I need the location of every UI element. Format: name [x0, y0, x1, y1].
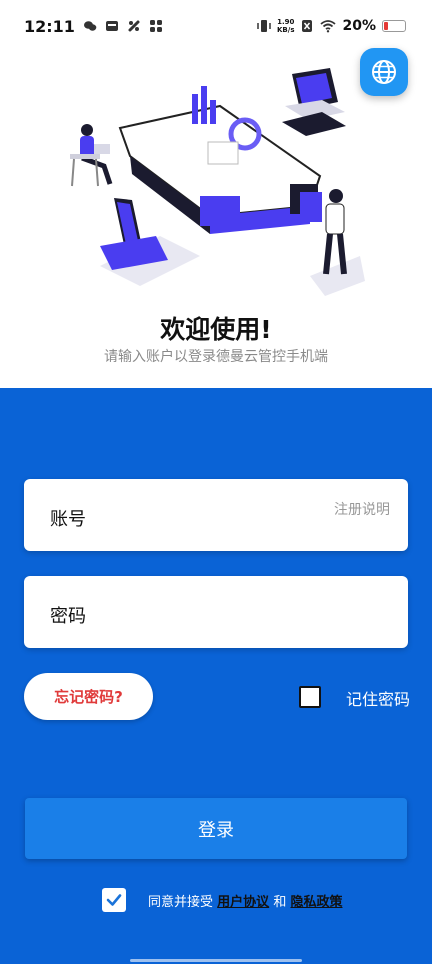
link-icon	[128, 20, 140, 32]
status-left: 12:11	[24, 17, 163, 36]
register-info-link[interactable]: 注册说明	[334, 499, 390, 519]
wechat-icon	[83, 21, 97, 31]
bar-1	[192, 94, 198, 124]
privacy-policy-link[interactable]: 隐私政策	[290, 895, 342, 910]
status-time: 12:11	[24, 16, 75, 36]
globe-icon	[372, 60, 396, 84]
account-field[interactable]: 账号 注册说明	[24, 479, 408, 551]
account-label: 账号	[50, 509, 86, 530]
laptop-stand	[282, 112, 346, 136]
user-agreement-link[interactable]: 用户协议	[217, 895, 269, 910]
password-field[interactable]: 密码	[24, 576, 408, 648]
no-sim-icon	[302, 20, 313, 32]
chair	[70, 154, 100, 159]
home-indicator[interactable]	[130, 959, 302, 962]
status-bar: 12:11 1.90 KB/s 20%	[0, 0, 432, 52]
document-sheet	[207, 141, 239, 165]
wifi-icon	[320, 20, 337, 33]
sitting-person-head	[81, 124, 93, 136]
bar-3	[210, 100, 216, 124]
checkmark-icon	[106, 894, 122, 906]
bar-2	[201, 86, 207, 124]
remember-password-label: 记住密码	[346, 690, 411, 709]
standing-panel	[300, 192, 322, 222]
agreement-text: 同意并接受 用户协议 和 隐私政策	[148, 891, 342, 910]
welcome-subtitle: 请输入账户以登录德曼云管控手机端	[104, 349, 328, 365]
machine-block	[200, 196, 240, 226]
net-speed: 1.90 KB/s	[277, 18, 294, 34]
standing-person-head	[329, 189, 343, 203]
status-right: 1.90 KB/s 20%	[257, 18, 406, 34]
net-speed-unit: KB/s	[277, 26, 295, 34]
login-button[interactable]: 登录	[25, 798, 407, 859]
remember-password-checkbox[interactable]	[299, 686, 321, 708]
agreement-conjunction: 和	[273, 895, 287, 910]
password-label: 密码	[50, 606, 86, 627]
forgot-password-button[interactable]: 忘记密码?	[24, 673, 153, 720]
net-speed-value: 1.90	[277, 18, 295, 26]
shadow-person	[310, 256, 365, 296]
app-notification-icon	[105, 21, 118, 31]
vibrate-icon	[257, 20, 271, 32]
battery-icon	[382, 20, 406, 32]
standing-person-shirt	[325, 203, 345, 235]
battery-percent: 20%	[342, 18, 376, 34]
hero-illustration	[70, 68, 365, 296]
welcome-title: 欢迎使用!	[160, 315, 272, 344]
sitting-laptop	[94, 144, 110, 154]
battery-fill	[384, 22, 388, 30]
agreement-prefix: 同意并接受	[148, 895, 214, 910]
agreement-checkbox[interactable]	[102, 888, 126, 912]
grid-app-icon	[149, 20, 162, 32]
